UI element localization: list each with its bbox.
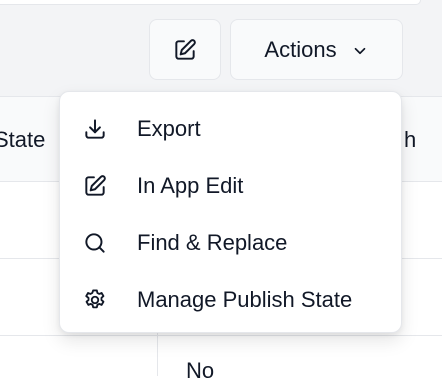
menu-item-in-app-edit[interactable]: In App Edit bbox=[60, 157, 401, 214]
edit-button[interactable] bbox=[149, 19, 221, 80]
download-icon bbox=[82, 116, 108, 142]
column-header-partial[interactable]: h bbox=[404, 127, 416, 153]
actions-button[interactable]: Actions bbox=[230, 19, 403, 80]
menu-item-label: Manage Publish State bbox=[137, 286, 353, 312]
menu-item-manage-publish-state[interactable]: Manage Publish State bbox=[60, 271, 401, 328]
menu-item-label: Find & Replace bbox=[137, 229, 288, 255]
top-panel-edge bbox=[0, 0, 421, 5]
pencil-square-icon bbox=[82, 173, 108, 199]
gear-icon bbox=[82, 287, 108, 313]
menu-item-label: Export bbox=[137, 115, 201, 141]
menu-item-export[interactable]: Export bbox=[60, 100, 401, 157]
menu-item-label: In App Edit bbox=[137, 172, 244, 198]
search-icon bbox=[82, 230, 108, 256]
row-divider bbox=[0, 335, 442, 336]
menu-item-find-replace[interactable]: Find & Replace bbox=[60, 214, 401, 271]
column-header-state[interactable]: State bbox=[0, 127, 45, 153]
table-cell: No bbox=[186, 358, 215, 383]
actions-label: Actions bbox=[264, 36, 337, 62]
actions-dropdown-menu: Export In App Edit Find & Replace Manage bbox=[59, 91, 402, 333]
pencil-square-icon bbox=[172, 37, 198, 63]
chevron-down-icon bbox=[351, 42, 369, 60]
